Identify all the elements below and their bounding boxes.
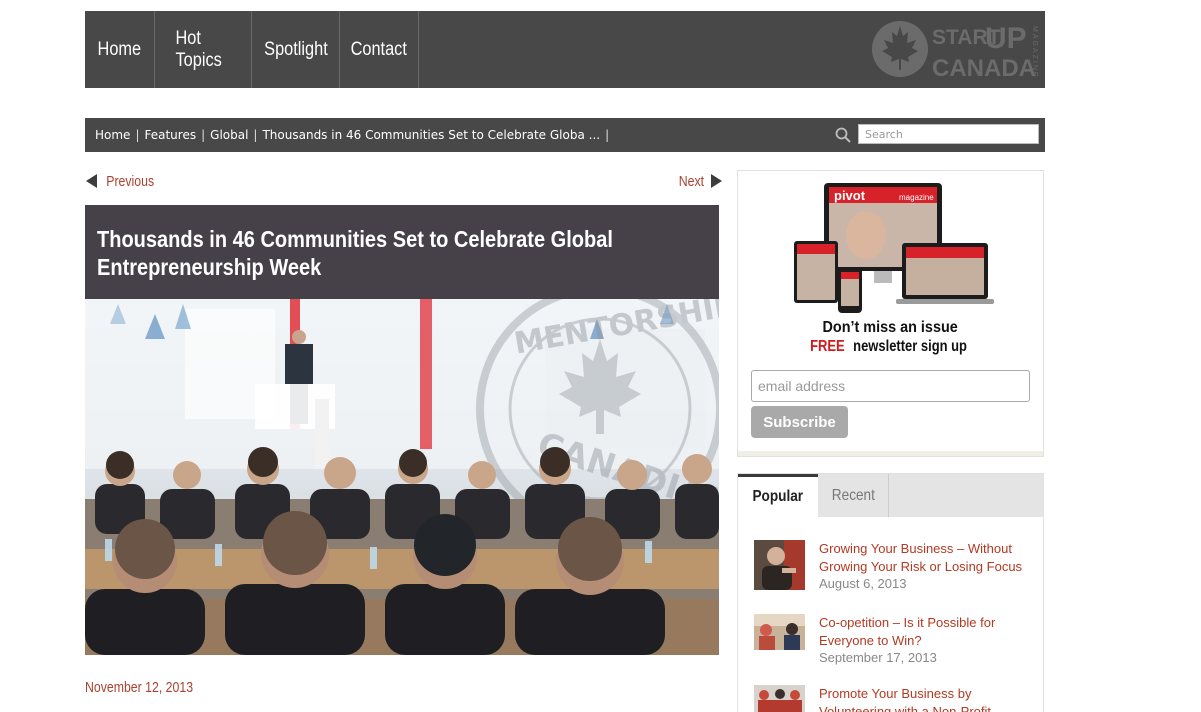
promo-line2-text: newsletter sign up [852, 338, 967, 355]
post-title-link[interactable]: Co-opetition – Is it Possible for Everyo… [819, 614, 1034, 650]
list-item: Promote Your Business by Volunteering wi… [754, 685, 1034, 712]
promo-headline: Don’t miss an issue [738, 319, 1043, 337]
svg-text:pivot: pivot [834, 188, 866, 203]
arrow-right-icon [710, 174, 722, 188]
article-hero-image: CANADIAN MENTORSHIP [85, 299, 719, 655]
next-link[interactable]: Next [676, 172, 722, 190]
breadcrumb-current: Thousands in 46 Communities Set to Celeb… [262, 128, 601, 142]
conference-photo: CANADIAN MENTORSHIP [85, 299, 719, 655]
breadcrumb-bar: Home | Features | Global | Thousands in … [85, 118, 1045, 152]
svg-text:magazine: magazine [899, 193, 934, 202]
nav-hot-topics-label: Hot Topics [175, 27, 222, 71]
article-title-text: Thousands in 46 Communities Set to Celeb… [97, 226, 613, 280]
tab-recent-label: Recent [831, 486, 875, 504]
pivot-magazine-devices-image[interactable]: pivot magazine [794, 183, 996, 317]
promo-line1-text: Don’t miss an issue [822, 319, 959, 336]
breadcrumb-separator: | [253, 128, 258, 142]
audience [85, 447, 719, 655]
post-thumbnail[interactable] [754, 685, 805, 712]
promo-free-text: FREE [809, 338, 845, 355]
list-item: Co-opetition – Is it Possible for Everyo… [754, 614, 1034, 674]
nav-contact-label: Contact [350, 38, 408, 60]
newsletter-promo: pivot magazine Don’t miss an issue FREE … [737, 170, 1044, 457]
tab-popular-label: Popular [752, 488, 804, 505]
next-label: Next [678, 172, 705, 190]
tabs-header: Popular Recent [738, 474, 1043, 517]
breadcrumb-separator: | [605, 128, 610, 142]
search-icon[interactable] [835, 127, 851, 143]
search-input[interactable] [858, 124, 1039, 144]
previous-link[interactable]: Previous [86, 172, 159, 190]
nav-spotlight-label: Spotlight [263, 38, 328, 60]
post-thumbnail[interactable] [754, 540, 805, 590]
breadcrumb-features[interactable]: Features [144, 128, 196, 142]
logo-up-text: UP [985, 22, 1027, 55]
article-title: Thousands in 46 Communities Set to Celeb… [97, 225, 707, 281]
email-field[interactable] [751, 370, 1030, 402]
nav-home-label: Home [97, 38, 142, 60]
post-title-link[interactable]: Promote Your Business by Volunteering wi… [819, 685, 1034, 712]
arrow-left-icon [86, 174, 97, 188]
previous-label: Previous [106, 172, 155, 190]
article-date: November 12, 2013 [85, 679, 217, 696]
startup-canada-logo[interactable]: START UP CANADA MAGAZINE [872, 16, 1042, 82]
tab-recent[interactable]: Recent [818, 474, 889, 517]
post-title-link[interactable]: Growing Your Business – Without Growing … [819, 540, 1034, 576]
list-item: Growing Your Business – Without Growing … [754, 540, 1034, 600]
post-date: September 17, 2013 [819, 650, 937, 665]
nav-contact[interactable]: Contact [340, 11, 419, 88]
nav-home[interactable]: Home [85, 11, 155, 88]
tab-popular[interactable]: Popular [738, 474, 818, 517]
breadcrumb-home[interactable]: Home [95, 128, 130, 142]
subscribe-button[interactable]: Subscribe [751, 406, 848, 438]
article-title-box: Thousands in 46 Communities Set to Celeb… [85, 205, 719, 299]
top-navigation-bar: Home Hot Topics Spotlight Contact START … [85, 11, 1045, 88]
post-thumbnail[interactable] [754, 614, 805, 650]
logo-magazine-text: MAGAZINE [1031, 26, 1038, 79]
popular-recent-widget: Popular Recent Growing Your Business – W… [737, 473, 1044, 712]
logo-canada-text: CANADA [932, 55, 1036, 82]
breadcrumb-separator: | [201, 128, 206, 142]
article-date-text: November 12, 2013 [85, 679, 194, 696]
promo-divider [738, 451, 1043, 456]
breadcrumb-global[interactable]: Global [210, 128, 248, 142]
breadcrumb: Home | Features | Global | Thousands in … [95, 118, 614, 152]
breadcrumb-separator: | [135, 128, 140, 142]
nav-spotlight[interactable]: Spotlight [252, 11, 340, 88]
nav-hot-topics[interactable]: Hot Topics [155, 11, 252, 88]
promo-subheadline: FREE newsletter sign up [738, 338, 1043, 356]
post-date: August 6, 2013 [819, 576, 907, 591]
